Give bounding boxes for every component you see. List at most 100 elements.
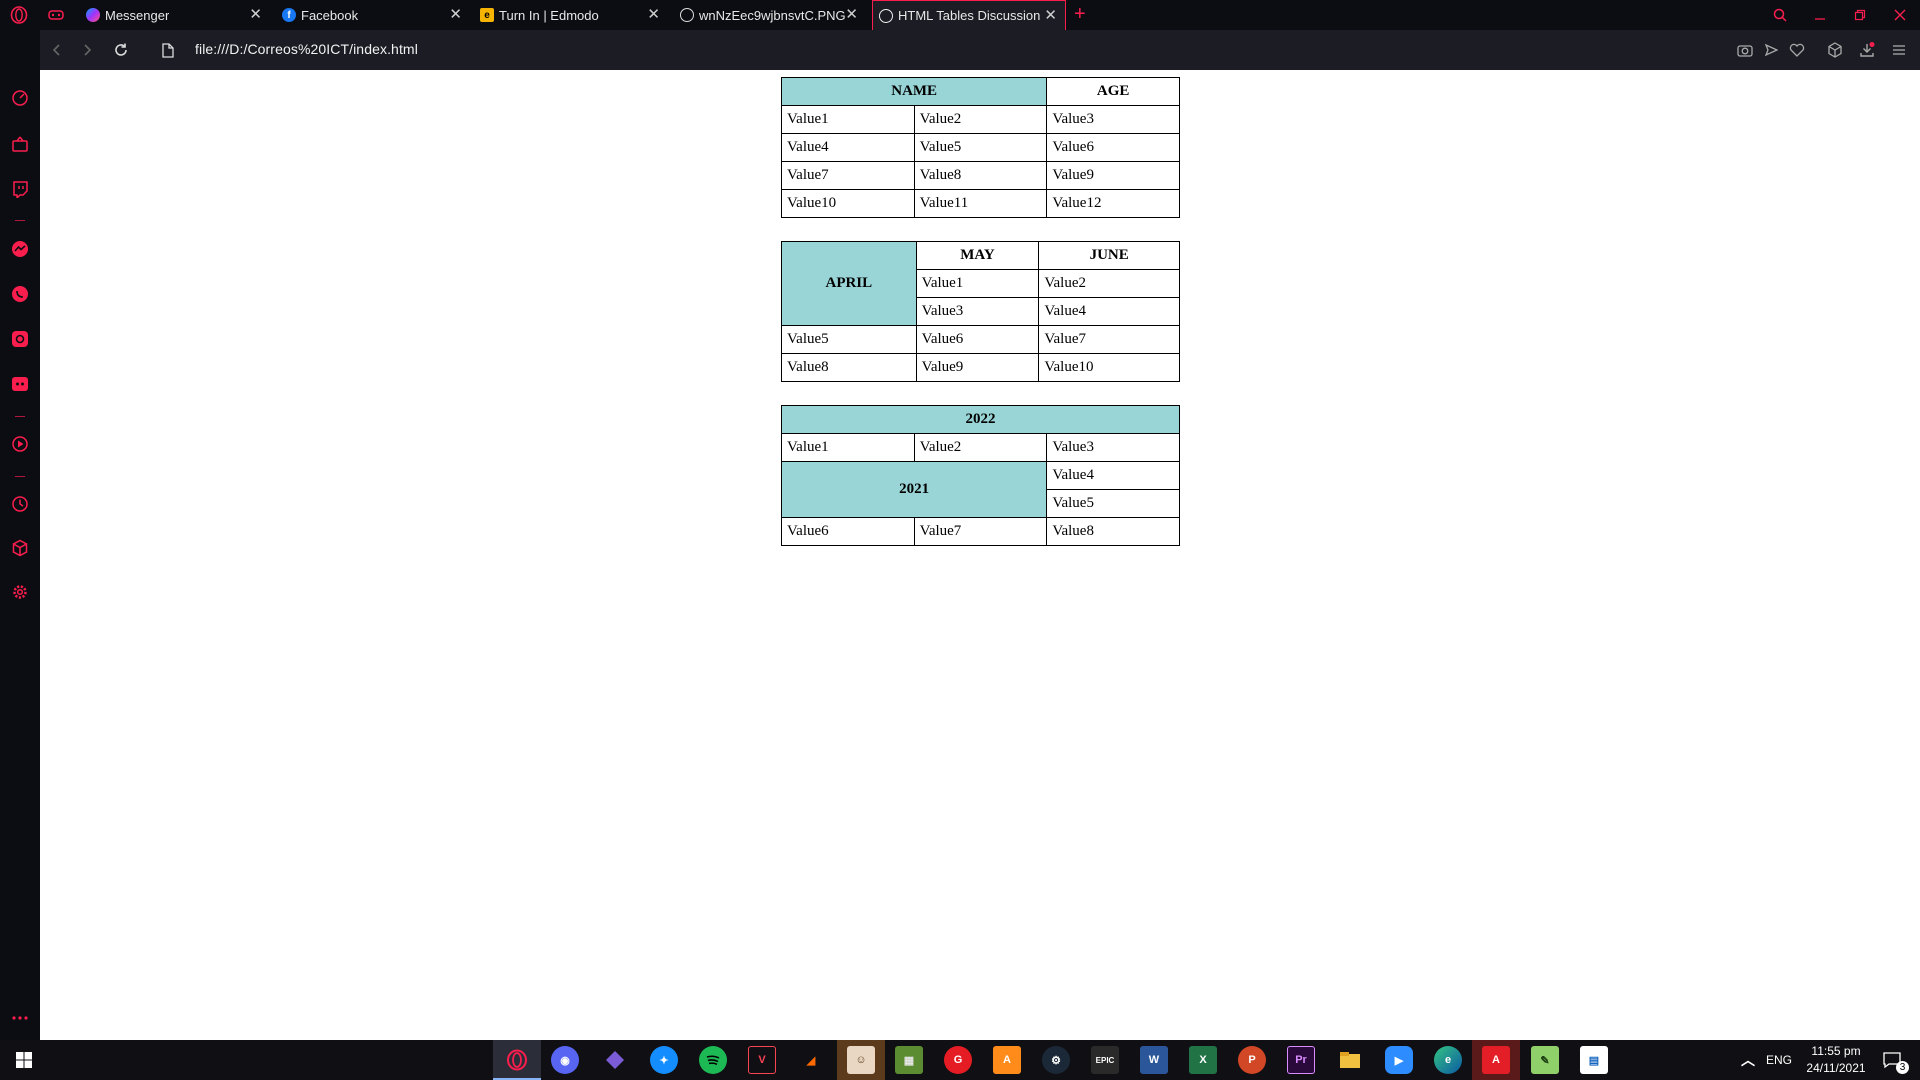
new-tab-button[interactable]: + <box>1074 3 1086 26</box>
clock-date[interactable]: 24/11/2021 <box>1800 1061 1872 1075</box>
snapshot-icon[interactable] <box>1736 41 1754 59</box>
gx-control-icon[interactable] <box>10 88 30 108</box>
premiere-icon[interactable]: Pr <box>1287 1046 1315 1074</box>
garena-icon[interactable]: G <box>944 1046 972 1074</box>
word-icon[interactable]: W <box>1140 1046 1168 1074</box>
tab-title: Messenger <box>105 7 170 23</box>
extensions-icon[interactable] <box>10 538 30 558</box>
more-options-icon[interactable] <box>10 1008 30 1028</box>
notepad-icon[interactable]: ✎ <box>1531 1046 1559 1074</box>
table-row: Value10 Value11 Value12 <box>781 189 1180 218</box>
tab-html-tables[interactable]: HTML Tables Discussion ✕ <box>872 0 1066 30</box>
globe-icon <box>879 8 893 23</box>
instagram-icon[interactable] <box>10 329 30 349</box>
close-tab-icon[interactable]: ✕ <box>449 7 462 22</box>
streaming-app-icon[interactable]: ◢ <box>797 1046 825 1074</box>
close-window-button[interactable] <box>1888 4 1912 26</box>
minecraft-icon[interactable]: ▦ <box>895 1046 923 1074</box>
gem-app-icon[interactable] <box>601 1046 629 1074</box>
steam-icon[interactable]: ⚙ <box>1042 1046 1070 1074</box>
adobe-acrobat-icon[interactable]: A <box>1482 1046 1510 1074</box>
file-explorer-icon[interactable] <box>1336 1046 1364 1074</box>
zoom-icon[interactable]: ▶ <box>1385 1046 1413 1074</box>
table-cell: Value10 <box>781 189 915 218</box>
table-row: 2022 <box>781 405 1180 434</box>
table-cell: Value5 <box>913 133 1048 162</box>
discord-icon[interactable]: ◉ <box>551 1046 579 1074</box>
forward-button[interactable] <box>78 40 98 60</box>
tab-title: Facebook <box>301 7 359 23</box>
url-field[interactable]: file:///D:/Correos%20ICT/index.html <box>195 41 418 57</box>
close-tab-icon[interactable]: ✕ <box>845 7 858 22</box>
table-row: Value1 Value2 Value3 <box>781 433 1180 462</box>
send-icon[interactable] <box>1762 41 1780 59</box>
table-cell: Value8 <box>913 161 1048 190</box>
epic-games-icon[interactable]: EPIC <box>1091 1046 1119 1074</box>
edge-icon[interactable]: e <box>1434 1046 1462 1074</box>
table-row: Value8 Value9 Value10 <box>781 353 1180 382</box>
twitch-icon[interactable] <box>10 179 30 199</box>
heart-icon[interactable] <box>1788 41 1806 59</box>
gx-corner-icon[interactable] <box>10 134 30 154</box>
close-tab-icon[interactable]: ✕ <box>647 7 660 22</box>
table-cell: Value1 <box>781 433 915 462</box>
taskbar: ◉ ✦ V ◢ ☺ ▦ G A ⚙ EPIC W X P Pr ▶ e A ✎ … <box>0 1040 1920 1080</box>
chevron-up-icon[interactable]: ︿ <box>1734 1046 1762 1074</box>
artstation-icon[interactable]: A <box>993 1046 1021 1074</box>
table-cell: Value4 <box>1038 297 1180 326</box>
game-character-icon[interactable]: ☺ <box>847 1046 875 1074</box>
table-row: APRIL MAY JUNE <box>781 241 1180 326</box>
powerpoint-icon[interactable]: P <box>1238 1046 1266 1074</box>
tab-messenger[interactable]: Messenger ✕ <box>80 0 270 30</box>
downloads-icon[interactable] <box>1858 41 1876 59</box>
header-may: MAY <box>915 241 1040 270</box>
spotify-icon[interactable] <box>699 1046 727 1074</box>
table-cell: Value6 <box>915 325 1040 354</box>
tab-title: HTML Tables Discussion <box>898 8 1041 23</box>
table-name-age: NAME AGE Value1 Value2 Value3 Value4 Val… <box>780 77 1180 218</box>
easy-setup-menu-icon[interactable] <box>1890 41 1908 59</box>
notification-count: 3 <box>1896 1061 1909 1074</box>
clock-time[interactable]: 11:55 pm <box>1808 1044 1864 1058</box>
header-name: NAME <box>780 77 1048 106</box>
opera-gx-icon[interactable] <box>503 1046 531 1074</box>
table-row: NAME AGE <box>780 77 1180 106</box>
tab-title: Turn In | Edmodo <box>499 7 599 23</box>
battlenet-icon[interactable]: ✦ <box>650 1046 678 1074</box>
table-cell: Value9 <box>915 353 1040 382</box>
windows-start-icon[interactable] <box>10 1046 38 1074</box>
gx-corner-icon[interactable] <box>48 8 64 22</box>
close-tab-icon[interactable]: ✕ <box>249 7 262 22</box>
whatsapp-icon[interactable] <box>10 284 30 304</box>
restore-button[interactable] <box>1848 4 1872 26</box>
close-tab-icon[interactable]: ✕ <box>1044 8 1057 23</box>
edmodo-icon: e <box>480 8 494 22</box>
tab-image[interactable]: wnNzEec9wjbnsvtC.PNG (1 ✕ <box>676 0 866 30</box>
extensions-cube-icon[interactable] <box>1826 41 1844 59</box>
messenger-icon[interactable] <box>10 239 30 259</box>
table-cell: Value1 <box>781 105 915 134</box>
opera-logo-icon[interactable] <box>10 6 28 24</box>
minimize-button[interactable] <box>1808 4 1832 26</box>
table-cell: Value4 <box>1046 461 1180 490</box>
tab-edmodo[interactable]: e Turn In | Edmodo ✕ <box>478 0 668 30</box>
discord-icon[interactable] <box>10 374 30 394</box>
address-bar: file:///D:/Correos%20ICT/index.html <box>40 30 1920 70</box>
history-clock-icon[interactable] <box>10 494 30 514</box>
tab-facebook[interactable]: f Facebook ✕ <box>280 0 470 30</box>
settings-gear-icon[interactable] <box>10 582 30 602</box>
table-row: Value5 Value6 Value7 <box>781 325 1180 354</box>
sidebar <box>0 30 40 1040</box>
player-icon[interactable] <box>10 434 30 454</box>
table-cell: Value5 <box>781 325 917 354</box>
file-page-icon[interactable] <box>158 40 178 60</box>
table-cell: Value11 <box>913 189 1048 218</box>
back-button[interactable] <box>46 40 66 60</box>
window-app-icon[interactable]: ▤ <box>1580 1046 1608 1074</box>
valorant-icon[interactable]: V <box>748 1046 776 1074</box>
search-tabs-icon[interactable] <box>1768 4 1792 26</box>
messenger-icon <box>86 8 100 22</box>
reload-button[interactable] <box>111 40 131 60</box>
language-indicator[interactable]: ENG <box>1766 1053 1792 1067</box>
excel-icon[interactable]: X <box>1189 1046 1217 1074</box>
